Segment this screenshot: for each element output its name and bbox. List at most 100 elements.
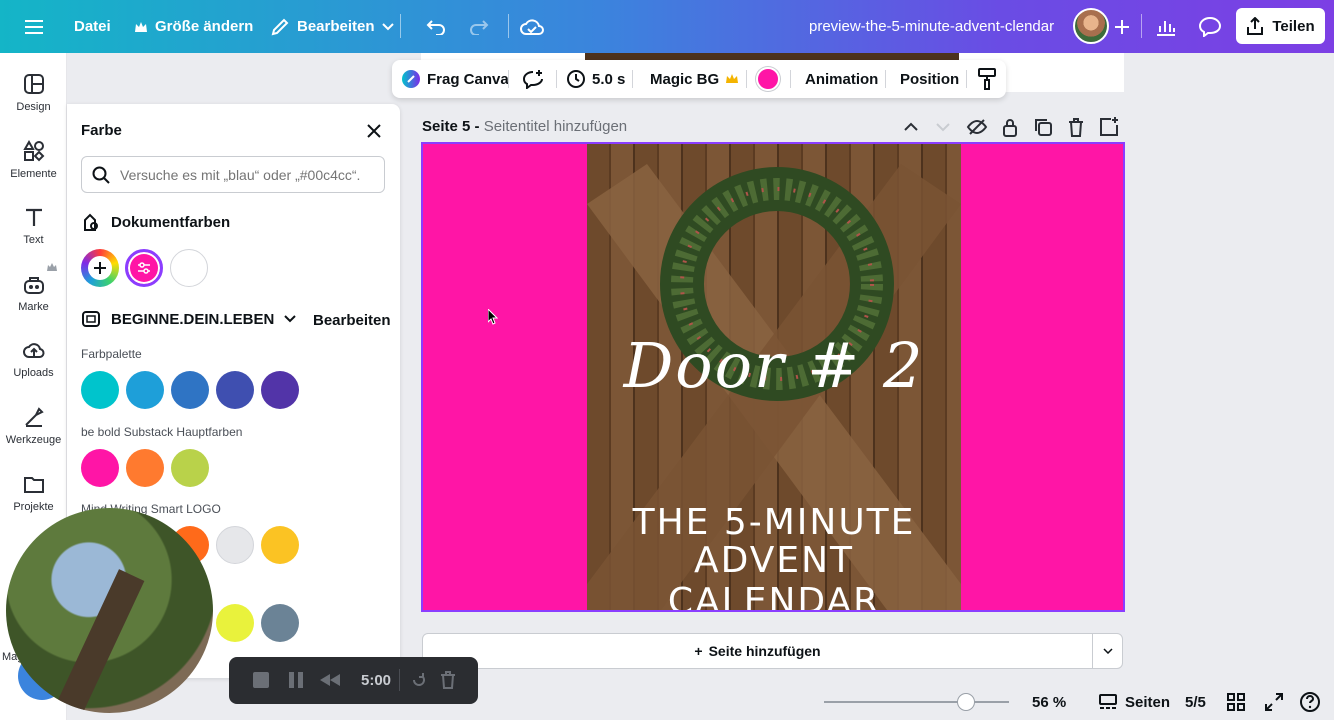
divider [966, 70, 967, 88]
palette-color-swatch[interactable] [261, 526, 299, 564]
divider [399, 669, 400, 691]
palette-color-swatch[interactable] [81, 371, 119, 409]
color-search-input[interactable] [120, 166, 380, 183]
sidebar-item-design[interactable]: Design [0, 73, 67, 133]
design-subtitle-line1[interactable]: THE 5-MINUTE [587, 502, 961, 543]
add-color-button[interactable] [81, 249, 119, 287]
share-button[interactable]: Teilen [1236, 8, 1325, 44]
pause-icon[interactable] [284, 668, 308, 692]
color-search[interactable] [81, 156, 385, 193]
cloud-saved-icon[interactable] [518, 13, 546, 41]
restart-icon[interactable] [407, 668, 431, 692]
palette-color-swatch[interactable] [171, 371, 209, 409]
grid-view-icon[interactable] [1227, 684, 1245, 720]
clock-icon [567, 70, 585, 88]
chevron-down-icon [381, 22, 394, 31]
palette-color-swatch[interactable] [216, 526, 254, 564]
zoom-slider-handle[interactable] [956, 693, 975, 711]
duration-button[interactable]: 5.0 s [567, 60, 625, 98]
copy-style-icon[interactable] [978, 60, 996, 98]
design-headline[interactable]: Door # 2 [587, 329, 961, 402]
duplicate-page-icon[interactable] [1032, 116, 1054, 138]
position-label: Position [900, 70, 960, 88]
hide-page-icon[interactable] [966, 116, 988, 138]
document-title[interactable]: preview-the-5-minute-advent-clendar [809, 0, 1054, 53]
sidebar-item-text[interactable]: Text [0, 206, 67, 266]
edit-mode-button[interactable]: Bearbeiten [270, 0, 394, 53]
palette-color-swatch[interactable] [126, 449, 164, 487]
pages-view-button[interactable]: Seiten [1099, 684, 1170, 720]
sidebar-item-uploads[interactable]: Uploads [0, 339, 67, 399]
panel-title: Farbe [81, 122, 122, 139]
rewind-icon[interactable] [318, 668, 342, 692]
brand-icon [23, 277, 44, 294]
chevron-down-icon[interactable] [932, 116, 954, 138]
palette-label: be bold Substack Hauptfarben [81, 425, 243, 439]
zoom-slider[interactable] [824, 701, 1009, 703]
edit-mode-label: Bearbeiten [297, 18, 375, 35]
add-page-options-button[interactable] [1092, 633, 1123, 669]
divider [508, 70, 509, 88]
sidebar-item-label: Werkzeuge [5, 434, 62, 446]
palette-color-swatch[interactable] [261, 604, 299, 642]
avatar[interactable] [1073, 8, 1109, 44]
sidebar-item-tools[interactable]: Werkzeuge [0, 406, 67, 466]
add-page-button[interactable]: + Seite hinzufügen [422, 633, 1093, 669]
barn-door-photo[interactable]: Door # 2 THE 5-MINUTE ADVENT CALENDAR [587, 144, 961, 610]
palette-color-swatch[interactable] [81, 449, 119, 487]
sidebar-item-label: Text [23, 234, 44, 246]
folder-icon [23, 477, 44, 493]
redo-icon[interactable] [465, 13, 493, 41]
design-subtitle-line2[interactable]: ADVENT CALENDAR [587, 540, 961, 610]
divider [400, 14, 401, 38]
document-color-swatch[interactable] [170, 249, 208, 287]
chevron-up-icon[interactable] [900, 116, 922, 138]
palette-color-swatch[interactable] [171, 449, 209, 487]
crown-icon [47, 263, 57, 272]
analytics-icon[interactable] [1152, 13, 1180, 41]
plus-icon[interactable] [1108, 13, 1136, 41]
undo-icon[interactable] [422, 13, 450, 41]
stop-icon[interactable] [249, 668, 273, 692]
add-comment-icon[interactable] [522, 60, 544, 98]
fill-color-button[interactable] [756, 60, 780, 98]
magic-bg-button[interactable]: Magic BG [650, 60, 739, 98]
sidebar-item-elements[interactable]: Elemente [0, 140, 67, 200]
palette-color-swatch[interactable] [261, 371, 299, 409]
trash-icon[interactable] [436, 668, 460, 692]
webcam-overlay[interactable] [6, 508, 213, 713]
design-canvas[interactable]: Door # 2 THE 5-MINUTE ADVENT CALENDAR [421, 142, 1125, 612]
add-page-label: Seite hinzufügen [708, 643, 821, 659]
menu-icon[interactable] [20, 13, 48, 41]
ask-canva-button[interactable]: Frag Canva [402, 60, 509, 98]
animation-button[interactable]: Animation [805, 60, 878, 98]
share-label: Teilen [1272, 17, 1315, 35]
plus-icon [88, 256, 112, 280]
resize-button[interactable]: Größe ändern [134, 0, 253, 53]
brand-kit-edit-link[interactable]: Bearbeiten [313, 312, 391, 329]
search-icon [92, 166, 110, 184]
fullscreen-icon[interactable] [1265, 684, 1283, 720]
divider [632, 70, 633, 88]
lock-icon[interactable] [999, 116, 1021, 138]
sidebar-item-label: Projekte [13, 501, 54, 513]
palette-color-swatch[interactable] [216, 371, 254, 409]
palette-bucket-icon [81, 212, 101, 232]
sidebar-item-label: Elemente [10, 168, 57, 180]
trash-icon[interactable] [1065, 116, 1087, 138]
sidebar-item-brand[interactable]: Marke [0, 273, 67, 333]
sidebar-item-label: Marke [18, 301, 49, 313]
document-color-swatch[interactable] [125, 249, 163, 287]
divider [790, 70, 791, 88]
palette-color-swatch[interactable] [126, 371, 164, 409]
page-title[interactable]: Seite 5 - Seitentitel hinzufügen [422, 118, 627, 135]
palette-color-swatch[interactable] [216, 604, 254, 642]
zoom-percentage[interactable]: 56 % [1032, 684, 1066, 720]
add-page-icon[interactable] [1098, 116, 1120, 138]
brand-kit-heading[interactable]: BEGINNE.DEIN.LEBEN [81, 309, 297, 329]
file-menu-button[interactable]: Datei [74, 0, 111, 53]
close-icon[interactable] [363, 120, 385, 142]
position-button[interactable]: Position [900, 60, 959, 98]
help-icon[interactable] [1300, 684, 1320, 720]
comment-icon[interactable] [1196, 13, 1224, 41]
